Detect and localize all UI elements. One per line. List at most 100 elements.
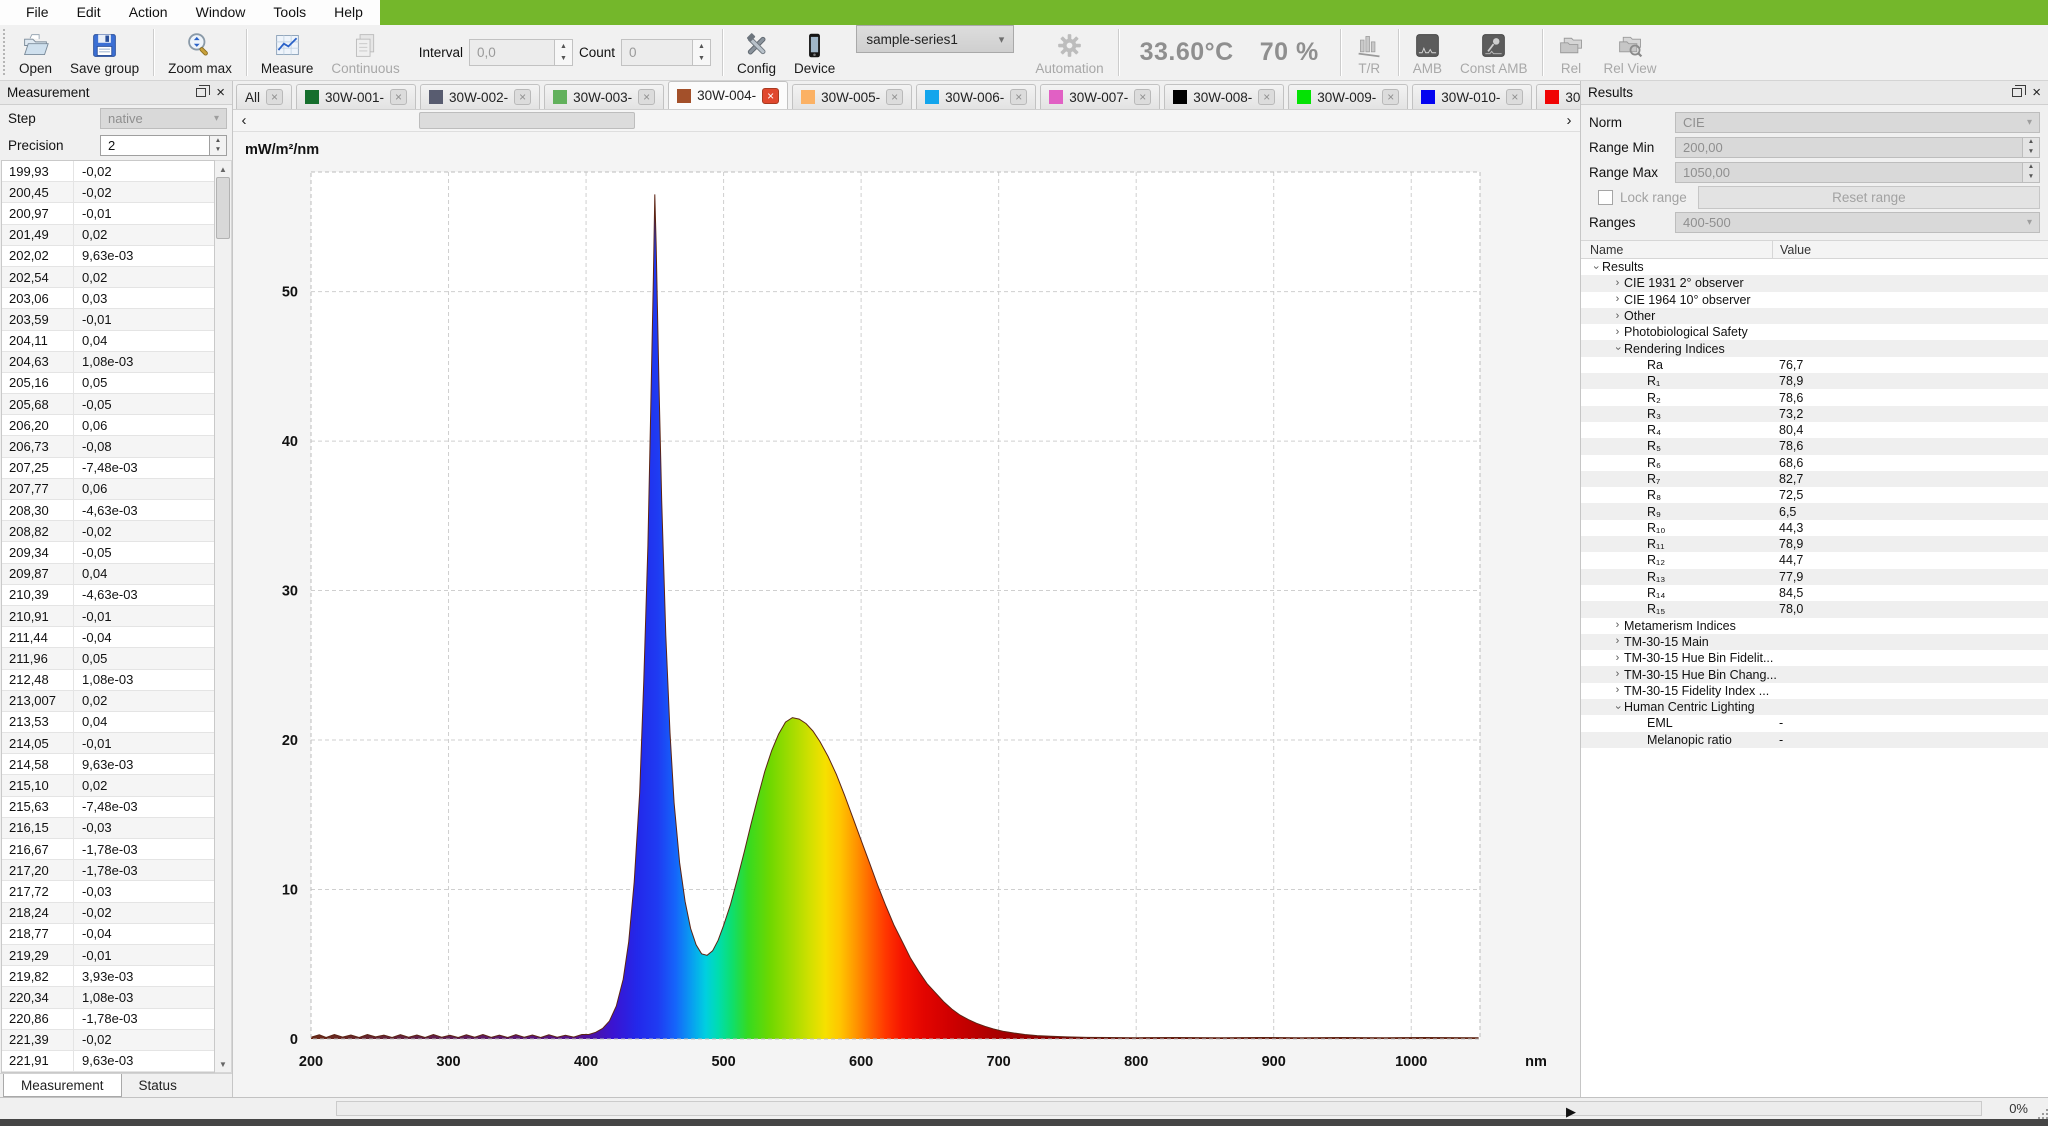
table-row[interactable]: 200,97 -0,01 xyxy=(2,203,214,224)
table-row[interactable]: 203,06 0,03 xyxy=(2,288,214,309)
rel-button[interactable]: Rel xyxy=(1548,28,1595,77)
tree-row[interactable]: › R₅ 78,6 xyxy=(1581,438,2048,454)
measure-button[interactable]: Measure xyxy=(252,28,323,77)
series-tab[interactable]: 30W-007- × xyxy=(1040,84,1160,109)
spin-up-icon[interactable]: ▲ xyxy=(693,40,710,53)
expander-icon[interactable]: › xyxy=(1611,685,1624,696)
table-row[interactable]: 200,45 -0,02 xyxy=(2,182,214,203)
table-row[interactable]: 201,49 0,02 xyxy=(2,225,214,246)
series-tab[interactable]: 30W-010- × xyxy=(1412,84,1532,109)
table-row[interactable]: 220,86 -1,78e-03 xyxy=(2,1009,214,1030)
tree-row[interactable]: › Results xyxy=(1581,259,2048,275)
table-row[interactable]: 221,39 -0,02 xyxy=(2,1030,214,1051)
scroll-right-icon[interactable]: › xyxy=(1558,110,1580,131)
tree-row[interactable]: › R₂ 78,6 xyxy=(1581,389,2048,405)
table-row[interactable]: 199,93 -0,02 xyxy=(2,161,214,182)
table-row[interactable]: 210,91 -0,01 xyxy=(2,606,214,627)
table-row[interactable]: 219,29 -0,01 xyxy=(2,945,214,966)
expander-icon[interactable]: › xyxy=(1611,294,1624,305)
interval-spin-arrows[interactable]: ▲ ▼ xyxy=(555,39,573,66)
spin-down-icon[interactable]: ▼ xyxy=(210,146,226,156)
tree-row[interactable]: › R₁₄ 84,5 xyxy=(1581,585,2048,601)
tree-row[interactable]: › Other xyxy=(1581,308,2048,324)
tr-button[interactable]: T/R xyxy=(1346,28,1393,77)
expander-icon[interactable]: › xyxy=(1612,342,1623,355)
series-tab[interactable]: 30W-003- × xyxy=(544,84,664,109)
table-row[interactable]: 221,91 9,63e-03 xyxy=(2,1051,214,1072)
interval-stepper[interactable]: 0,0 ▲ ▼ xyxy=(469,39,573,66)
table-row[interactable]: 210,39 -4,63e-03 xyxy=(2,585,214,606)
series-tab[interactable]: 30W-008- × xyxy=(1164,84,1284,109)
expander-icon[interactable]: › xyxy=(1611,327,1624,338)
series-tab[interactable]: 30W-005- × xyxy=(792,84,912,109)
close-panel-icon[interactable]: × xyxy=(2032,85,2041,100)
tab-close-icon[interactable]: × xyxy=(1134,89,1151,105)
menu-item[interactable]: Help xyxy=(320,0,377,25)
expander-icon[interactable]: › xyxy=(1611,620,1624,631)
step-select[interactable]: native ▾ xyxy=(100,108,227,129)
spin-up-icon[interactable]: ▲ xyxy=(2023,163,2039,173)
tree-row[interactable]: › R₈ 72,5 xyxy=(1581,487,2048,503)
tab-close-icon[interactable]: × xyxy=(266,89,283,105)
scrollbar-track[interactable] xyxy=(215,239,231,1056)
expander-icon[interactable]: › xyxy=(1611,311,1624,322)
open-button[interactable]: Open xyxy=(10,28,61,77)
tab-close-icon[interactable]: × xyxy=(638,89,655,105)
table-row[interactable]: 211,44 -0,04 xyxy=(2,627,214,648)
spin-down-icon[interactable]: ▼ xyxy=(2023,147,2039,157)
table-row[interactable]: 219,82 3,93e-03 xyxy=(2,966,214,987)
series-tab[interactable]: 30W-002- × xyxy=(420,84,540,109)
spin-down-icon[interactable]: ▼ xyxy=(555,53,572,66)
table-row[interactable]: 218,24 -0,02 xyxy=(2,903,214,924)
float-panel-icon[interactable] xyxy=(2012,88,2022,97)
scroll-down-icon[interactable]: ▼ xyxy=(215,1056,231,1072)
save-group-button[interactable]: Save group xyxy=(61,28,148,77)
expander-icon[interactable]: › xyxy=(1611,653,1624,664)
expander-icon[interactable]: › xyxy=(1611,669,1624,680)
close-panel-icon[interactable]: × xyxy=(216,85,225,100)
spin-up-icon[interactable]: ▲ xyxy=(555,40,572,53)
table-row[interactable]: 202,54 0,02 xyxy=(2,267,214,288)
range-min-stepper[interactable]: 200,00 ▲ ▼ xyxy=(1675,137,2040,158)
table-row[interactable]: 217,72 -0,03 xyxy=(2,881,214,902)
tree-row[interactable]: › Rendering Indices xyxy=(1581,340,2048,356)
tree-row[interactable]: › TM-30-15 Fidelity Index ... xyxy=(1581,683,2048,699)
table-row[interactable]: 203,59 -0,01 xyxy=(2,309,214,330)
table-row[interactable]: 214,58 9,63e-03 xyxy=(2,754,214,775)
table-row[interactable]: 206,73 -0,08 xyxy=(2,436,214,457)
table-row[interactable]: 205,16 0,05 xyxy=(2,373,214,394)
table-row[interactable]: 215,63 -7,48e-03 xyxy=(2,797,214,818)
table-row[interactable]: 204,63 1,08e-03 xyxy=(2,352,214,373)
tree-row[interactable]: › R₁ 78,9 xyxy=(1581,373,2048,389)
tree-row[interactable]: › TM-30-15 Hue Bin Fidelit... xyxy=(1581,650,2048,666)
tab-close-icon[interactable]: × xyxy=(514,89,531,105)
tab-close-icon[interactable]: × xyxy=(1382,89,1399,105)
table-row[interactable]: 218,77 -0,04 xyxy=(2,924,214,945)
range-max-value[interactable]: 1050,00 xyxy=(1675,162,2023,183)
lock-range-checkbox[interactable] xyxy=(1598,190,1613,205)
tree-row[interactable]: › Human Centric Lighting xyxy=(1581,699,2048,715)
tree-row[interactable]: › R₄ 80,4 xyxy=(1581,422,2048,438)
precision-value[interactable]: 2 xyxy=(100,135,210,156)
table-row[interactable]: 209,34 -0,05 xyxy=(2,542,214,563)
scrollbar-thumb[interactable] xyxy=(216,177,230,239)
tab-close-icon[interactable]: × xyxy=(1010,89,1027,105)
tree-row[interactable]: › R₁₅ 78,0 xyxy=(1581,601,2048,617)
table-row[interactable]: 220,34 1,08e-03 xyxy=(2,987,214,1008)
tree-row[interactable]: › TM-30-15 Main xyxy=(1581,634,2048,650)
resize-grip[interactable] xyxy=(2042,1113,2044,1115)
expander-icon[interactable]: › xyxy=(1612,701,1623,714)
scroll-up-icon[interactable]: ▲ xyxy=(215,161,231,177)
tab-close-icon[interactable]: × xyxy=(762,88,779,104)
tab-close-icon[interactable]: × xyxy=(886,89,903,105)
rel-view-button[interactable]: Rel View xyxy=(1595,28,1666,77)
spin-down-icon[interactable]: ▼ xyxy=(693,53,710,66)
tree-row[interactable]: › Ra 76,7 xyxy=(1581,357,2048,373)
tree-row[interactable]: › Melanopic ratio - xyxy=(1581,732,2048,748)
config-button[interactable]: Config xyxy=(728,28,785,77)
norm-select[interactable]: CIE ▾ xyxy=(1675,112,2040,133)
spin-down-icon[interactable]: ▼ xyxy=(2023,172,2039,182)
series-tab[interactable]: 30W-006- × xyxy=(916,84,1036,109)
table-row[interactable]: 208,82 -0,02 xyxy=(2,521,214,542)
spin-up-icon[interactable]: ▲ xyxy=(2023,138,2039,148)
